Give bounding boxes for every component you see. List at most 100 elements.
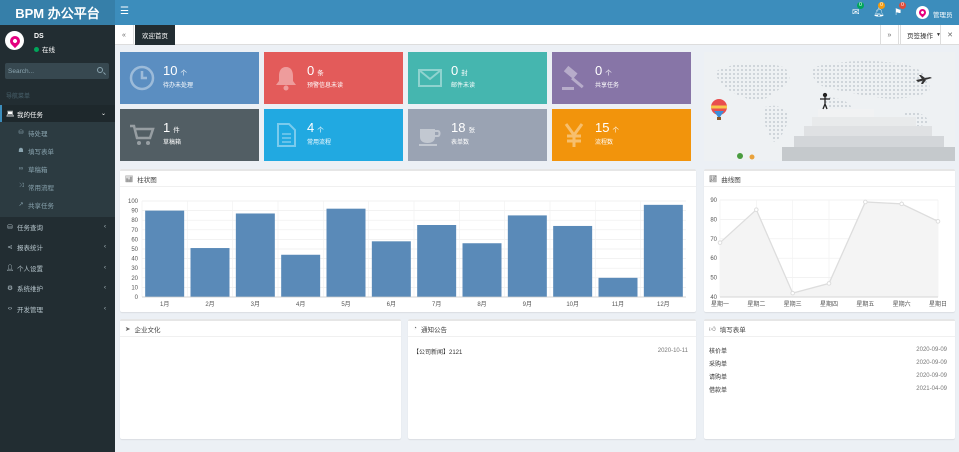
submenu-item-drafts[interactable]: ∞ 草稿箱 bbox=[0, 160, 115, 177]
stat-box-common-flows[interactable]: 4个 常用流程 bbox=[264, 109, 403, 161]
stat-number: 0 bbox=[307, 63, 315, 78]
stat-box-shared[interactable]: 0个 共享任务 bbox=[552, 52, 691, 104]
x-tick-label: 2月 bbox=[205, 301, 214, 308]
stat-box-pending[interactable]: 10 个 待办未处理 bbox=[120, 52, 259, 104]
stat-number: 1 bbox=[163, 120, 171, 135]
form-row[interactable]: 借款单 2021-04-09 bbox=[709, 383, 947, 395]
stat-unit: 条 bbox=[317, 70, 324, 77]
user-status: 在线 bbox=[34, 44, 55, 54]
y-tick-label: 60 bbox=[710, 256, 717, 262]
chevron-left-icon: ‹ bbox=[104, 284, 106, 291]
submenu-item-fill-form[interactable]: ☗ 填写表单 bbox=[0, 142, 115, 159]
stat-box-forms[interactable]: 18 张 表单数 bbox=[408, 109, 547, 161]
stat-box-alerts[interactable]: 0条 预警信息未读 bbox=[264, 52, 403, 104]
close-tabs-icon[interactable]: ✕ bbox=[940, 25, 959, 45]
search-input[interactable] bbox=[8, 65, 88, 77]
stat-label: 常用流程 bbox=[307, 140, 332, 146]
y-tick-label: 80 bbox=[131, 218, 138, 224]
stat-number: 0 bbox=[451, 63, 459, 78]
bar bbox=[281, 254, 321, 297]
alert-count-badge: 0 bbox=[878, 2, 885, 9]
sidebar-item-system-maintenance[interactable]: ⚙ 系统维护 ‹ bbox=[0, 279, 115, 296]
stat-value: 0条 bbox=[307, 64, 324, 81]
sidebar-item-label: 个人设置 bbox=[17, 265, 43, 273]
tab-scroll-right-icon[interactable]: » bbox=[880, 25, 899, 45]
stat-label: 共享任务 bbox=[595, 83, 620, 89]
form-name[interactable]: 借款单 bbox=[709, 385, 727, 394]
form-panel: 👍︎ 填写表单 核价单 2020-09-09 采购单 2020-09-09 请购单 20… bbox=[704, 319, 955, 439]
bar bbox=[553, 225, 593, 297]
y-tick-label: 20 bbox=[131, 276, 138, 282]
form-row[interactable]: 核价单 2020-09-09 bbox=[709, 344, 947, 356]
x-tick-label: 星期五 bbox=[856, 300, 874, 308]
menu-toggle-icon[interactable]: ☰ bbox=[120, 6, 129, 18]
app-root: BPM 办公平台 ☰ ✉0 🔔︎0 ⚑0 管理员 DS 在线 导航菜单 💻︎ 我… bbox=[0, 0, 959, 452]
x-tick-label: 星期日 bbox=[929, 300, 947, 308]
form-row[interactable]: 请购单 2020-09-09 bbox=[709, 370, 947, 382]
bar-chart-panel: 📊︎ 柱状图 0 10 20 30 40 50 60 70 80 90 100 1月 2月 3月 4月 5月 6月… bbox=[120, 169, 696, 312]
x-tick-label: 11月 bbox=[612, 301, 624, 308]
cup-icon bbox=[419, 129, 441, 146]
user-name: DS bbox=[34, 33, 44, 40]
banner-illustration bbox=[704, 52, 955, 161]
data-point bbox=[826, 281, 832, 286]
envelope-icon[interactable]: ✉ 0 bbox=[852, 2, 864, 18]
stat-unit: 张 bbox=[468, 127, 475, 134]
sidebar-item-label: 我的任务 bbox=[17, 111, 43, 119]
notice-title[interactable]: 【公司新闻】2121 bbox=[413, 347, 462, 356]
bar bbox=[326, 208, 366, 297]
data-point bbox=[899, 201, 904, 207]
y-tick-label: 30 bbox=[131, 266, 138, 272]
y-tick-label: 40 bbox=[131, 257, 138, 263]
bar bbox=[145, 210, 185, 297]
area-chart-icon: 📈︎ bbox=[709, 175, 718, 183]
form-name[interactable]: 核价单 bbox=[709, 346, 727, 355]
tab-welcome[interactable]: 欢迎首页 bbox=[135, 25, 175, 45]
panel-header: 👍︎ 填写表单 bbox=[704, 321, 955, 337]
line-chart-panel: 📈︎ 曲线图 40 50 60 70 80 90 星期一 星期二 星期三 星期四 星期五 星期六 星期日 bbox=[704, 169, 955, 312]
random-icon: ⤨ bbox=[18, 183, 24, 189]
stat-number: 0 bbox=[595, 63, 603, 78]
bell-icon[interactable]: 🔔︎ 0 bbox=[873, 2, 885, 18]
submenu-item-label: 待处理 bbox=[28, 130, 48, 138]
database-icon: ⛁ bbox=[7, 223, 13, 231]
notice-row[interactable]: 【公司新闻】2121 2020-10-11 bbox=[413, 345, 688, 357]
stat-box-mail[interactable]: 0封 邮件未读 bbox=[408, 52, 547, 104]
form-date: 2020-09-09 bbox=[916, 373, 947, 379]
sidebar-item-task-query[interactable]: ⛁ 任务查询 ‹ bbox=[0, 218, 115, 235]
data-point bbox=[717, 240, 723, 245]
panel-header: ◔ 通知公告 bbox=[408, 321, 696, 337]
panel-title: 曲线图 bbox=[721, 176, 741, 184]
submenu-item-common-flows[interactable]: ⤨ 常用流程 bbox=[0, 178, 115, 195]
search-icon[interactable] bbox=[97, 67, 103, 73]
sidebar-item-my-tasks[interactable]: 💻︎ 我的任务 ⌄ bbox=[0, 105, 115, 122]
x-tick-label: 4月 bbox=[296, 301, 305, 308]
sidebar-item-reports[interactable]: ⋖ 报表统计 ‹ bbox=[0, 238, 115, 255]
tab-scroll-left-icon[interactable]: « bbox=[115, 25, 134, 45]
sidebar-item-personal-settings[interactable]: 👤︎ 个人设置 ‹ bbox=[0, 259, 115, 276]
submenu-item-shared-tasks[interactable]: ↗ 共享任务 bbox=[0, 196, 115, 213]
x-tick-label: 星期四 bbox=[820, 300, 838, 308]
stat-box-flows[interactable]: 15 个 流程数 bbox=[552, 109, 691, 161]
admin-name[interactable]: 管理员 bbox=[933, 9, 953, 19]
app-logo[interactable]: BPM 办公平台 bbox=[0, 0, 115, 25]
submenu-item-pending[interactable]: ⛁ 待处理 bbox=[0, 124, 115, 141]
panel-title: 柱状图 bbox=[137, 176, 157, 184]
form-row[interactable]: 采购单 2020-09-09 bbox=[709, 357, 947, 369]
sidebar-item-dev-management[interactable]: ‹› 开发管理 ‹ bbox=[0, 300, 115, 317]
y-tick-label: 0 bbox=[135, 295, 139, 301]
form-name[interactable]: 采购单 bbox=[709, 359, 727, 368]
x-tick-label: 5月 bbox=[341, 301, 350, 308]
notice-date: 2020-10-11 bbox=[657, 348, 688, 354]
sidebar-item-label: 系统维护 bbox=[17, 285, 43, 293]
stat-box-drafts[interactable]: 1件 草稿箱 bbox=[120, 109, 259, 161]
admin-avatar[interactable] bbox=[916, 6, 929, 19]
x-tick-label: 3月 bbox=[251, 301, 260, 308]
stat-label: 流程数 bbox=[595, 140, 614, 146]
chevron-down-icon: ⌄ bbox=[100, 111, 106, 117]
stat-value: 4个 bbox=[307, 121, 324, 138]
bar bbox=[462, 243, 502, 297]
flag-icon[interactable]: ⚑ 0 bbox=[894, 2, 906, 18]
form-date: 2020-09-09 bbox=[916, 360, 947, 366]
form-name[interactable]: 请购单 bbox=[709, 372, 727, 381]
